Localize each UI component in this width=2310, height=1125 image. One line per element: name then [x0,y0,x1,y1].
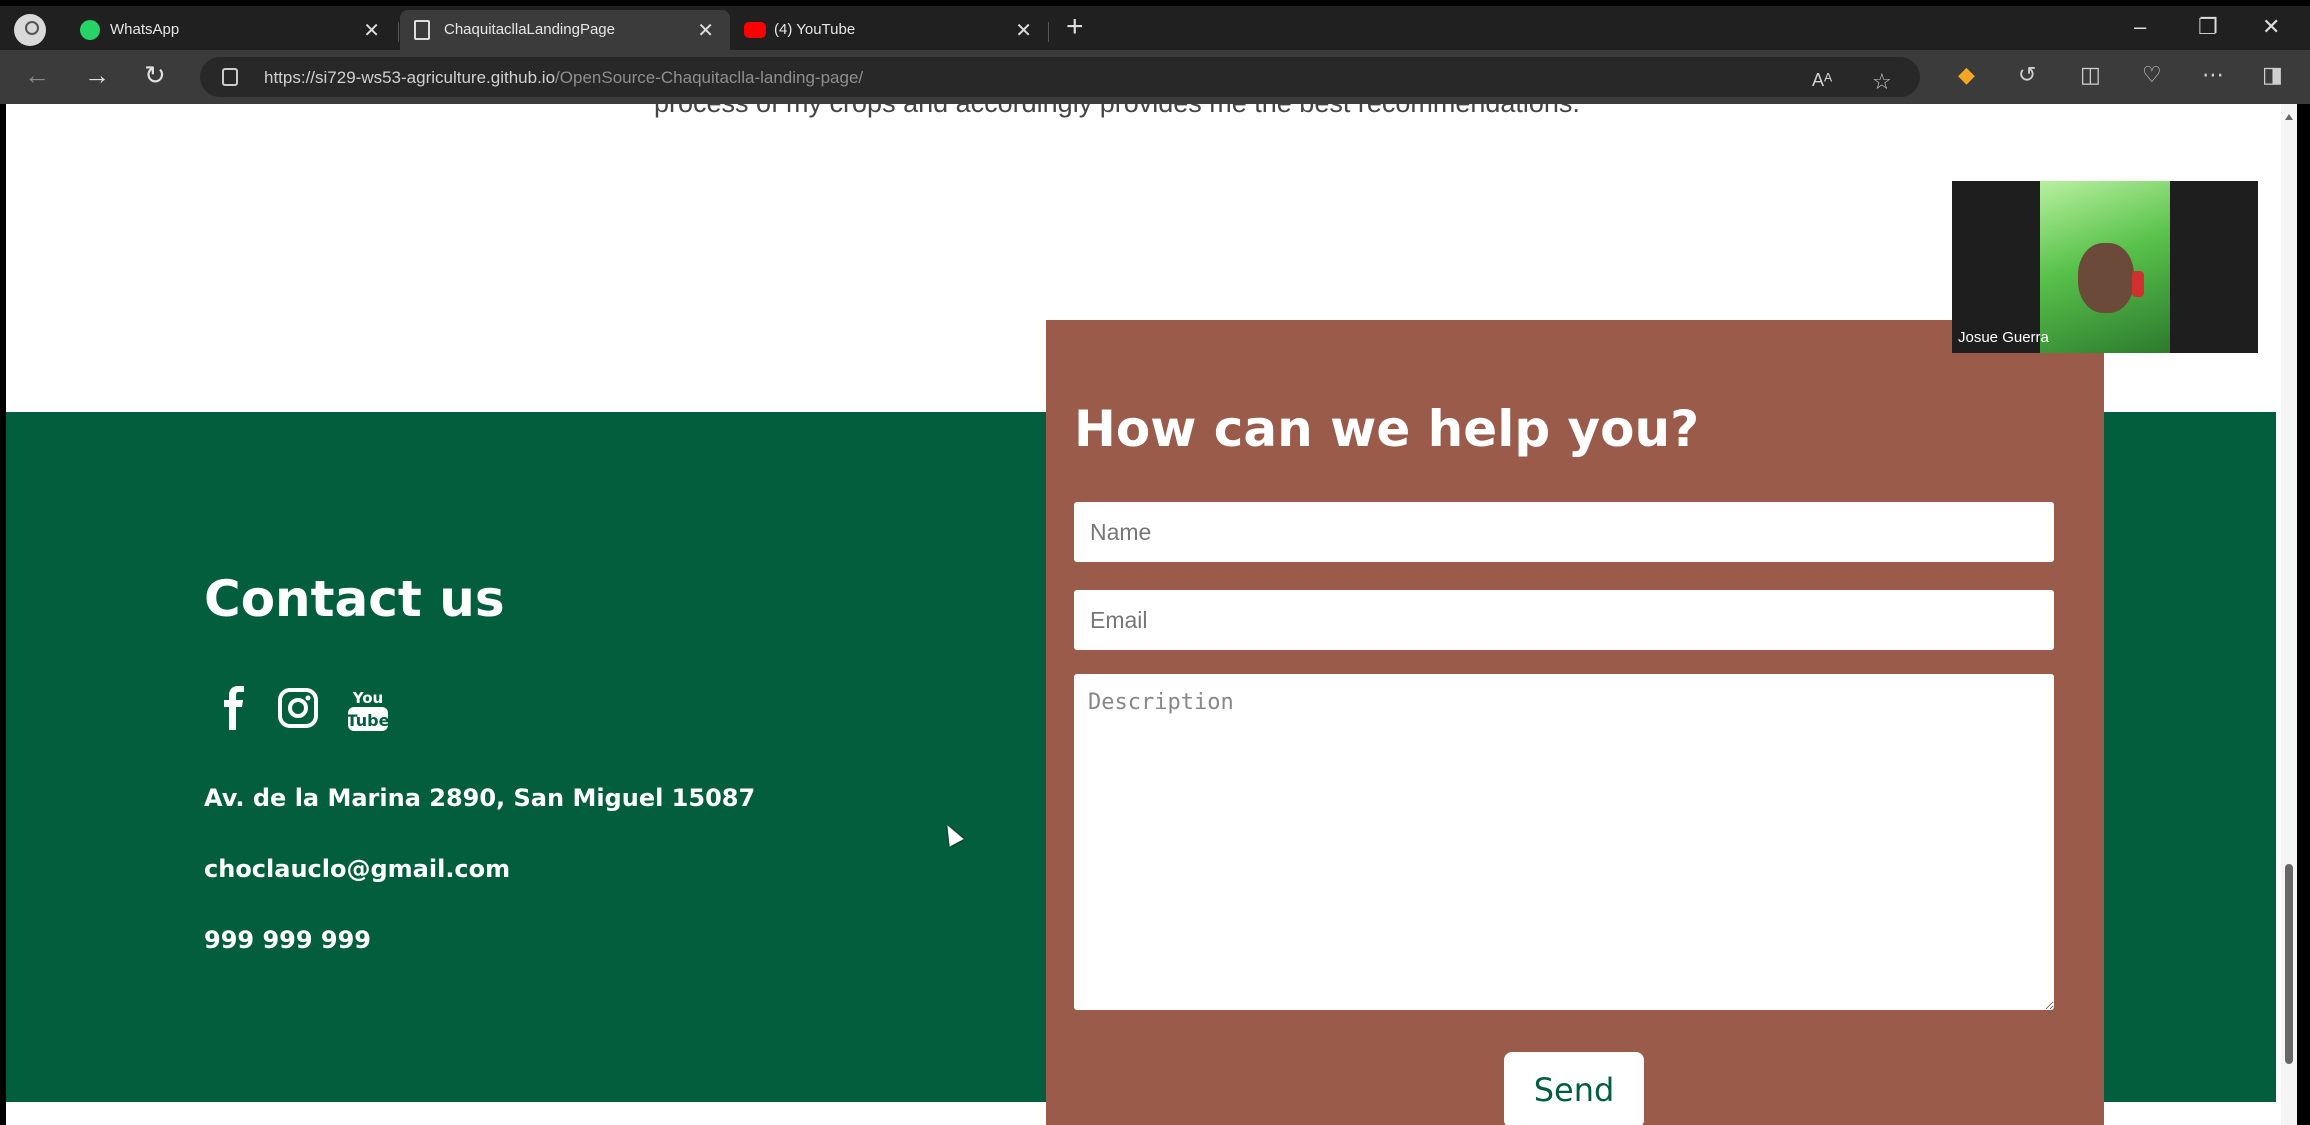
reload-icon[interactable]: ↻ [144,60,166,91]
tab-title: WhatsApp [110,21,180,38]
scrollbar-thumb[interactable] [2285,864,2293,1064]
form-title: How can we help you? [1074,400,1700,458]
tab-chaquitaclla[interactable]: ChaquitacllaLandingPage ✕ [400,10,730,50]
close-tab-icon[interactable]: ✕ [697,18,714,43]
read-aloud-icon[interactable]: Aᴬ [1812,70,1832,91]
tab-whatsapp[interactable]: WhatsApp ✕ [66,10,396,50]
contact-phone: 999 999 999 [204,926,372,954]
send-button[interactable]: Send [1504,1052,1644,1125]
tab-title: ChaquitacllaLandingPage [444,21,615,38]
contact-title: Contact us [204,570,505,628]
svg-text:You: You [352,689,383,707]
more-icon[interactable]: ⋯ [2202,62,2224,88]
restore-icon[interactable]: ❐ [2198,14,2218,40]
svg-text:Tube: Tube [347,711,390,730]
section-text: process of my crops and accordingly prov… [654,104,1580,119]
youtube-favicon [744,22,766,38]
tab-title: (4) YouTube [774,21,856,38]
favorite-icon[interactable]: ☆ [1872,69,1892,95]
sidebar-icon[interactable]: ◨ [2262,62,2283,88]
new-tab-button[interactable]: + [1066,12,1084,42]
url-text[interactable]: https://si729-ws53-agriculture.github.io… [264,68,863,88]
email-field[interactable] [1074,590,2054,650]
headphones [2132,271,2144,297]
help-form: How can we help you? Send [1046,320,2104,1125]
participant-head [2078,243,2134,313]
minimize-icon[interactable]: – [2134,14,2146,40]
video-call-tile: Josue Guerra [1952,181,2258,353]
forward-icon[interactable]: → [84,60,110,91]
tab-youtube[interactable]: (4) YouTube ✕ [730,10,1048,50]
lock-icon[interactable] [222,68,238,86]
tab-divider [1048,22,1049,42]
close-window-icon[interactable]: ✕ [2262,14,2280,40]
description-field[interactable] [1074,674,2054,1010]
back-icon[interactable]: ← [24,60,50,91]
tab-divider [398,22,399,42]
whatsapp-icon [80,20,100,40]
youtube-icon[interactable]: You Tube [346,686,390,731]
contact-email: choclauclo@gmail.com [204,855,511,883]
participant-name: Josue Guerra [1958,329,2049,346]
participant-video [2040,181,2170,353]
copilot-icon[interactable]: ↺ [2018,62,2036,88]
facebook-icon[interactable] [214,686,254,730]
split-screen-icon[interactable]: ◫ [2080,62,2101,88]
extension-icon[interactable]: ◆ [1958,62,1975,88]
collections-icon[interactable]: ♡ [2142,62,2162,88]
scroll-up-icon[interactable] [2285,114,2293,120]
page-icon [414,20,430,40]
page-viewport: process of my crops and accordingly prov… [6,104,2281,1125]
address-toolbar: ← → ↻ https://si729-ws53-agriculture.git… [0,50,2310,104]
name-field[interactable] [1074,502,2054,562]
contact-address: Av. de la Marina 2890, San Miguel 15087 [204,784,756,812]
page-scrollbar[interactable] [2281,104,2297,1125]
browser-tab-bar: WhatsApp ✕ ChaquitacllaLandingPage ✕ (4)… [0,6,2310,50]
instagram-icon[interactable] [276,686,318,730]
url-bar[interactable]: https://si729-ws53-agriculture.github.io… [200,57,1920,97]
profile-icon[interactable] [14,14,46,46]
close-tab-icon[interactable]: ✕ [363,18,380,43]
close-tab-icon[interactable]: ✕ [1015,18,1032,43]
